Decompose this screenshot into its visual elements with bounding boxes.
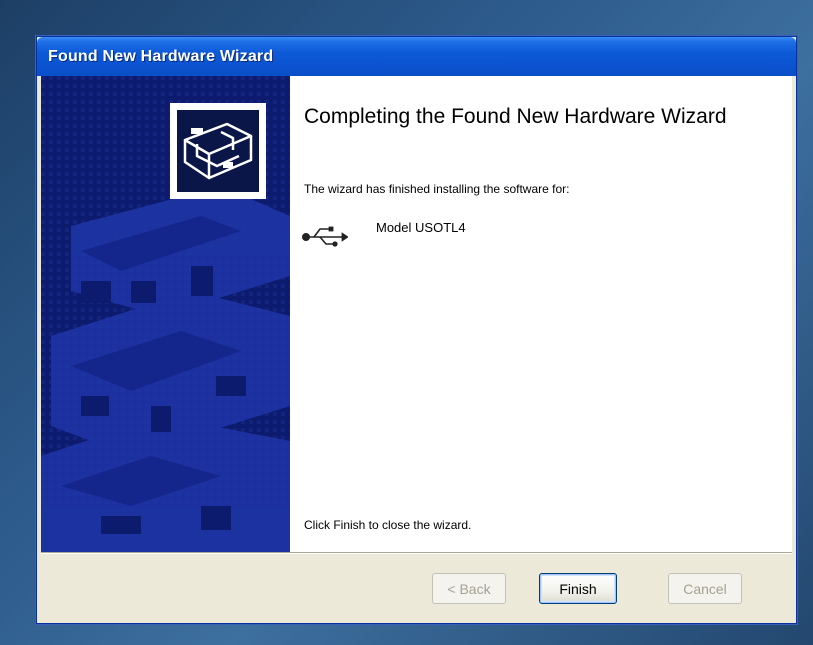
hardware-device-icon xyxy=(170,103,266,199)
wizard-heading: Completing the Found New Hardware Wizard xyxy=(304,105,727,128)
cancel-button[interactable]: Cancel xyxy=(668,573,742,604)
finish-button[interactable]: Finish xyxy=(539,573,617,604)
back-button[interactable]: < Back xyxy=(432,573,506,604)
wizard-window: Found New Hardware Wizard Completing the… xyxy=(36,36,797,624)
intro-text: The wizard has finished installing the s… xyxy=(304,182,570,196)
usb-icon xyxy=(302,226,348,247)
hardware-device-icon-inner xyxy=(177,110,259,192)
closing-instruction: Click Finish to close the wizard. xyxy=(304,518,472,532)
side-panel-graphic xyxy=(41,76,290,552)
title-bar[interactable]: Found New Hardware Wizard xyxy=(37,37,796,76)
hardware-card-icon xyxy=(183,122,253,180)
button-separator xyxy=(41,552,792,554)
wizard-content: Completing the Found New Hardware Wizard… xyxy=(41,76,792,552)
main-pane: Completing the Found New Hardware Wizard… xyxy=(290,76,792,552)
device-name: Model USOTL4 xyxy=(376,220,466,235)
window-title: Found New Hardware Wizard xyxy=(48,48,274,65)
